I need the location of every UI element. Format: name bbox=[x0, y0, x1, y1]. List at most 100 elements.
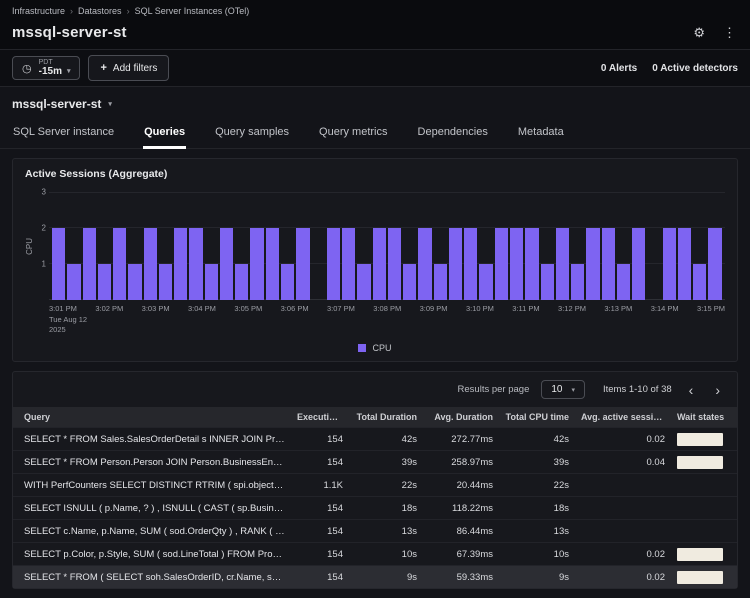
avg-duration-cell: 118.22ms bbox=[423, 503, 499, 514]
avg-active-sessions-cell: 0.02 bbox=[575, 572, 671, 583]
next-page-button[interactable]: › bbox=[710, 383, 725, 397]
kebab-menu-icon[interactable]: ⋮ bbox=[723, 25, 736, 41]
table-row[interactable]: SELECT p.Color, p.Style, SUM ( sod.LineT… bbox=[13, 542, 737, 565]
avg-active-sessions-cell: 0.02 bbox=[575, 434, 671, 445]
table-row[interactable]: WITH PerfCounters SELECT DISTINCT RTRIM … bbox=[13, 473, 737, 496]
add-filters-button[interactable]: + Add filters bbox=[88, 55, 169, 81]
total-duration-cell: 42s bbox=[349, 434, 423, 445]
cpu-bar bbox=[663, 228, 676, 300]
chart-plot-area[interactable] bbox=[49, 192, 725, 300]
cpu-bar bbox=[632, 228, 645, 300]
table-row[interactable]: SELECT ISNULL ( p.Name, ? ) , ISNULL ( C… bbox=[13, 496, 737, 519]
chevron-down-icon: ▾ bbox=[67, 68, 71, 76]
avg-duration-cell: 20.44ms bbox=[423, 480, 499, 491]
executions-cell: 154 bbox=[291, 503, 349, 514]
tab-metadata[interactable]: Metadata bbox=[517, 119, 565, 149]
wait-states-bar[interactable] bbox=[677, 433, 723, 446]
plus-icon: + bbox=[100, 62, 106, 74]
column-header-query[interactable]: Query bbox=[13, 407, 291, 427]
wait-states-bar[interactable] bbox=[677, 571, 723, 584]
breadcrumb-separator: › bbox=[127, 6, 130, 16]
column-header-total-duration[interactable]: Total Duration bbox=[349, 407, 423, 427]
x-tick-label: 3:01 PM bbox=[49, 304, 77, 313]
cpu-bar bbox=[67, 264, 80, 300]
chart-title: Active Sessions (Aggregate) bbox=[25, 168, 725, 180]
executions-cell: 1.1K bbox=[291, 480, 349, 491]
queries-table-panel: Results per page 10 ▾ Items 1-10 of 38 ‹… bbox=[12, 371, 738, 589]
cpu-bar bbox=[220, 228, 233, 300]
cpu-bar bbox=[708, 228, 721, 300]
y-tick-label: 2 bbox=[42, 224, 46, 233]
column-header-executions[interactable]: Executions bbox=[291, 407, 349, 427]
cpu-bar bbox=[235, 264, 248, 300]
bar-series-cpu bbox=[49, 192, 725, 300]
breadcrumb-item[interactable]: Datastores bbox=[78, 6, 122, 16]
wait-states-bar[interactable] bbox=[677, 456, 723, 469]
breadcrumb-item[interactable]: Infrastructure bbox=[12, 6, 65, 16]
wait-states-cell bbox=[671, 548, 737, 561]
y-tick-label: 1 bbox=[42, 260, 46, 269]
cpu-bar bbox=[357, 264, 370, 300]
column-header-avg-duration[interactable]: Avg. Duration bbox=[423, 407, 499, 427]
tab-query-samples[interactable]: Query samples bbox=[214, 119, 290, 149]
toolbar-right: 0 Alerts 0 Active detectors bbox=[601, 63, 738, 74]
total-duration-cell: 22s bbox=[349, 480, 423, 491]
total-cpu-time-cell: 18s bbox=[499, 503, 575, 514]
wait-states-cell bbox=[671, 571, 737, 584]
total-cpu-time-cell: 9s bbox=[499, 572, 575, 583]
x-tick-label: 3:08 PM bbox=[373, 304, 401, 313]
entity-selector[interactable]: mssql-server-st bbox=[12, 97, 101, 111]
x-axis-labels: 3:01 PM3:02 PM3:03 PM3:04 PM3:05 PM3:06 … bbox=[49, 300, 725, 313]
title-row: mssql-server-st ⚙ ⋮ bbox=[0, 22, 750, 49]
wait-states-bar[interactable] bbox=[677, 548, 723, 561]
alerts-count[interactable]: 0 Alerts bbox=[601, 63, 637, 74]
cpu-bar bbox=[510, 228, 523, 300]
legend-cpu-swatch bbox=[358, 344, 366, 352]
tab-dependencies[interactable]: Dependencies bbox=[417, 119, 489, 149]
x-tick-label: 3:09 PM bbox=[420, 304, 448, 313]
table-row[interactable]: SELECT * FROM Sales.SalesOrderDetail s I… bbox=[13, 427, 737, 450]
cpu-bar bbox=[144, 228, 157, 300]
breadcrumb-item[interactable]: SQL Server Instances (OTel) bbox=[135, 6, 250, 16]
active-detectors-count[interactable]: 0 Active detectors bbox=[652, 63, 738, 74]
table-row[interactable]: SELECT * FROM ( SELECT soh.SalesOrderID,… bbox=[13, 565, 737, 588]
cpu-bar bbox=[189, 228, 202, 300]
settings-gear-icon[interactable]: ⚙ bbox=[693, 25, 705, 41]
x-tick-label: 3:10 PM bbox=[466, 304, 494, 313]
y-tick-label: 3 bbox=[42, 188, 46, 197]
total-duration-cell: 18s bbox=[349, 503, 423, 514]
chevron-down-icon[interactable]: ▾ bbox=[108, 100, 112, 108]
prev-page-button[interactable]: ‹ bbox=[684, 383, 699, 397]
executions-cell: 154 bbox=[291, 457, 349, 468]
cpu-bar bbox=[495, 228, 508, 300]
time-range-value: -15m ▾ bbox=[39, 66, 71, 77]
y-axis-title: CPU bbox=[25, 238, 35, 255]
time-picker-text: PDT -15m ▾ bbox=[39, 59, 71, 78]
query-cell: SELECT p.Color, p.Style, SUM ( sod.LineT… bbox=[13, 549, 291, 560]
column-header-total-cpu-time[interactable]: Total CPU time bbox=[499, 407, 575, 427]
total-cpu-time-cell: 10s bbox=[499, 549, 575, 560]
column-header-wait-states[interactable]: Wait states bbox=[671, 407, 737, 427]
clock-icon: ◷ bbox=[22, 62, 32, 75]
tab-queries[interactable]: Queries bbox=[143, 119, 186, 149]
column-header-avg-active-sessions[interactable]: Avg. active sessions bbox=[575, 407, 671, 427]
time-range-picker[interactable]: ◷ PDT -15m ▾ bbox=[12, 56, 80, 81]
executions-cell: 154 bbox=[291, 434, 349, 445]
total-duration-cell: 9s bbox=[349, 572, 423, 583]
page-title: mssql-server-st bbox=[12, 24, 127, 41]
cpu-bar bbox=[388, 228, 401, 300]
page-size-select[interactable]: 10 ▾ bbox=[541, 380, 585, 399]
table-row[interactable]: SELECT c.Name, p.Name, SUM ( sod.OrderQt… bbox=[13, 519, 737, 542]
tab-query-metrics[interactable]: Query metrics bbox=[318, 119, 388, 149]
executions-cell: 154 bbox=[291, 572, 349, 583]
chevron-down-icon: ▾ bbox=[571, 386, 575, 394]
query-cell: SELECT * FROM Person.Person JOIN Person.… bbox=[13, 457, 291, 468]
x-tick-label: 3:15 PM bbox=[697, 304, 725, 313]
cpu-bar bbox=[98, 264, 111, 300]
total-cpu-time-cell: 39s bbox=[499, 457, 575, 468]
cpu-bar bbox=[281, 264, 294, 300]
cpu-bar bbox=[541, 264, 554, 300]
table-row[interactable]: SELECT * FROM Person.Person JOIN Person.… bbox=[13, 450, 737, 473]
tab-sql-server-instance[interactable]: SQL Server instance bbox=[12, 119, 115, 149]
cpu-bar bbox=[449, 228, 462, 300]
